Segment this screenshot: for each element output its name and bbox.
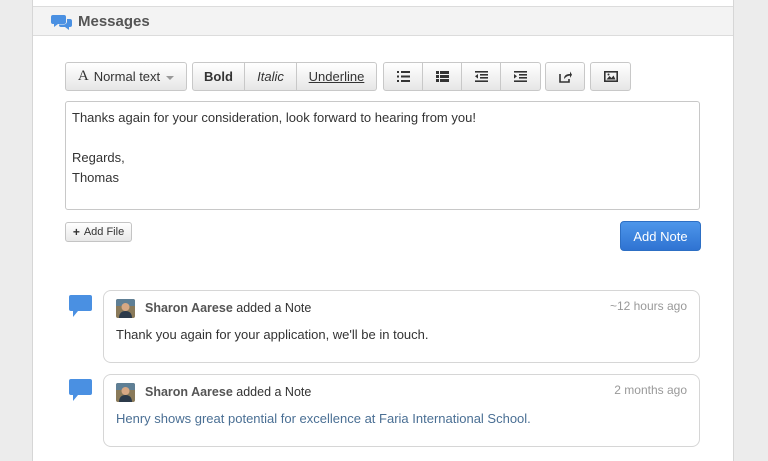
text-format-group: Bold Italic Underline — [192, 62, 377, 91]
note-author: Sharon Aarese added a Note — [145, 301, 311, 315]
note-item: Sharon Aarese added a Note 2 months ago … — [103, 374, 700, 447]
chevron-down-icon — [166, 75, 175, 80]
message-editor[interactable]: Thanks again for your consideration, loo… — [65, 101, 700, 210]
note-body: Henry shows great potential for excellen… — [116, 411, 531, 426]
speech-bubble-icon — [68, 294, 94, 320]
note-action: added a Note — [236, 301, 312, 315]
panel-header: Messages — [33, 6, 733, 36]
unordered-list-button[interactable] — [383, 62, 423, 91]
ordered-list-button[interactable] — [423, 62, 462, 91]
panel-title: Messages — [78, 13, 150, 30]
outdent-icon — [474, 71, 488, 82]
list-indent-group — [383, 62, 541, 91]
editor-line: Thomas — [72, 170, 119, 185]
note-author: Sharon Aarese added a Note — [145, 385, 311, 399]
font-style-dropdown[interactable]: A Normal text — [65, 62, 187, 91]
note-timestamp: 2 months ago — [614, 383, 687, 397]
indent-button[interactable] — [501, 62, 541, 91]
plus-icon: + — [72, 225, 80, 239]
avatar — [116, 383, 135, 402]
avatar — [116, 299, 135, 318]
italic-button[interactable]: Italic — [245, 62, 297, 91]
note-body: Thank you again for your application, we… — [116, 327, 429, 342]
underline-button[interactable]: Underline — [297, 62, 377, 91]
editor-line: Regards, — [72, 150, 125, 165]
outdent-button[interactable] — [462, 62, 501, 91]
link-share-icon — [558, 71, 572, 83]
insert-link-button[interactable] — [545, 62, 585, 91]
ordered-list-icon — [435, 71, 449, 82]
chat-bubbles-icon — [51, 13, 73, 31]
indent-icon — [514, 71, 527, 82]
note-item: Sharon Aarese added a Note ~12 hours ago… — [103, 290, 700, 363]
editor-line: Thanks again for your consideration, loo… — [72, 110, 476, 125]
note-timestamp: ~12 hours ago — [609, 299, 687, 313]
add-note-button[interactable]: Add Note — [620, 221, 701, 251]
add-file-label: Add File — [83, 226, 125, 238]
font-style-label: Normal text — [93, 69, 161, 84]
image-icon — [603, 71, 618, 82]
unordered-list-icon — [396, 71, 410, 82]
messages-panel: Messages A Normal text Bold Italic Under… — [32, 0, 734, 461]
add-file-button[interactable]: + Add File — [65, 222, 132, 242]
bold-button[interactable]: Bold — [192, 62, 245, 91]
speech-bubble-icon — [68, 378, 94, 404]
font-glyph-icon: A — [77, 68, 89, 84]
insert-image-button[interactable] — [590, 62, 631, 91]
author-name[interactable]: Sharon Aarese — [145, 385, 233, 399]
author-name[interactable]: Sharon Aarese — [145, 301, 233, 315]
note-action: added a Note — [236, 385, 312, 399]
